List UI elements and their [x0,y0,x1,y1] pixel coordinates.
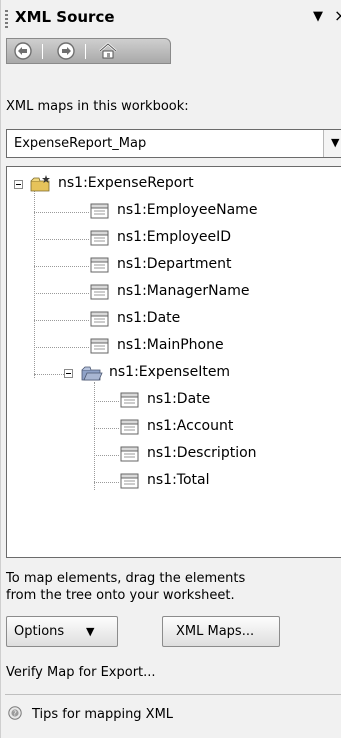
element-icon [90,284,109,300]
collapse-expense-item-toggle[interactable] [64,369,73,378]
xml-maps-label: XML maps in this workbook: [6,99,189,114]
tree-node-item-date[interactable]: ns1:Date [147,391,210,407]
close-icon[interactable]: × [334,6,341,25]
element-icon [90,230,109,246]
tree-node-manager-name[interactable]: ns1:ManagerName [117,283,249,299]
options-button-label: Options [14,624,65,639]
tips-mapping-link[interactable]: Tips for mapping XML [32,707,173,722]
help-icon: ? [8,706,22,720]
tree-node-department[interactable]: ns1:Department [117,256,232,272]
tree-connector [34,347,89,348]
tree-connector [94,455,119,456]
selected-map-value: ExpenseReport_Map [14,136,147,151]
chevron-down-icon: ▼ [86,625,95,638]
folder-root-icon [30,175,50,192]
tree-node-root[interactable]: ns1:ExpenseReport [58,175,194,191]
hint-line-2: from the tree onto your worksheet. [6,588,235,603]
forward-arrow-icon[interactable] [56,41,76,61]
tree-connector [34,239,89,240]
tree-node-item-account[interactable]: ns1:Account [147,418,233,434]
tree-connector [94,482,119,483]
xml-map-select[interactable]: ExpenseReport_Map ▼ [6,129,341,158]
collapse-root-toggle[interactable] [14,180,23,189]
toolbar-separator [42,44,43,59]
element-icon [90,338,109,354]
mapping-hint: To map elements, drag the elements from … [6,570,340,604]
element-icon [120,392,139,408]
tree-connector [94,401,119,402]
home-icon[interactable] [98,41,118,61]
back-arrow-icon[interactable] [13,41,33,61]
drag-grip-icon[interactable] [5,10,8,28]
tree-node-expense-item[interactable]: ns1:ExpenseItem [109,364,230,380]
tree-connector [34,374,64,375]
tree-connector [34,212,89,213]
tree-connector [34,266,89,267]
navigation-toolbar [6,38,171,64]
dropdown-button[interactable]: ▼ [323,130,341,157]
tree-node-item-description[interactable]: ns1:Description [147,445,257,461]
tree-node-item-total[interactable]: ns1:Total [147,472,210,488]
chevron-down-icon: ▼ [331,136,340,149]
element-icon [90,311,109,327]
tree-node-employee-name[interactable]: ns1:EmployeeName [117,202,257,218]
element-icon [120,419,139,435]
svg-text:?: ? [13,710,17,718]
element-icon [120,473,139,489]
repeating-folder-icon [81,366,103,381]
tree-connector [94,428,119,429]
tree-node-date[interactable]: ns1:Date [117,310,180,326]
tree-connector [34,293,89,294]
hint-line-1: To map elements, drag the elements [6,571,246,586]
xml-source-pane: XML Source ▼ × XML maps in this workbook… [0,0,341,738]
verify-map-link[interactable]: Verify Map for Export... [6,665,156,680]
element-icon [120,446,139,462]
xml-element-tree[interactable]: ns1:ExpenseReport ns1:EmployeeName ns1:E… [6,166,341,558]
options-button[interactable]: Options ▼ [6,616,118,647]
section-divider [5,694,341,695]
tree-connector [34,320,89,321]
task-pane-title-bar[interactable]: XML Source ▼ × [1,0,341,36]
tree-node-employee-id[interactable]: ns1:EmployeeID [117,229,231,245]
element-icon [90,203,109,219]
toolbar-separator [85,44,86,59]
element-icon [90,257,109,273]
tree-connector [94,382,95,490]
xml-maps-button-label: XML Maps... [176,624,255,639]
xml-maps-button[interactable]: XML Maps... [162,616,280,647]
pane-title: XML Source [15,8,115,26]
tree-node-main-phone[interactable]: ns1:MainPhone [117,337,224,353]
tree-connector [34,190,35,378]
pane-options-menu-button[interactable]: ▼ [313,9,323,24]
